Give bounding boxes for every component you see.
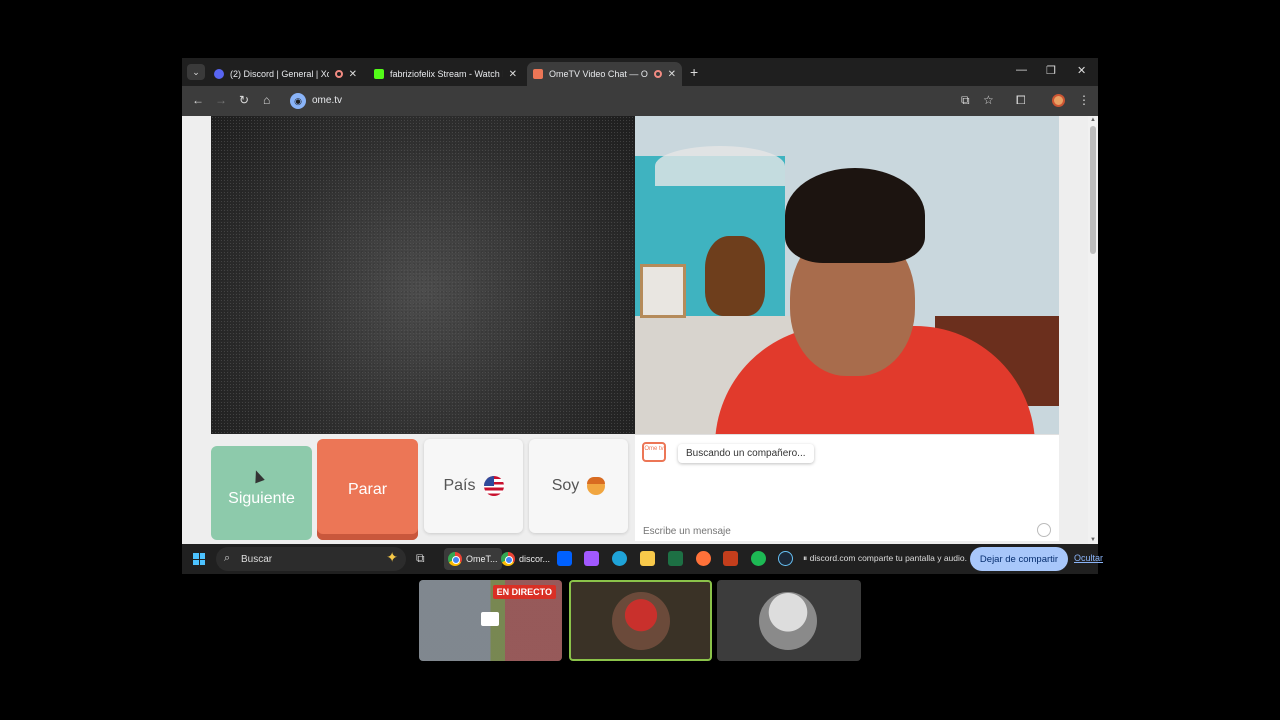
gender-button[interactable]: Soy	[529, 439, 628, 533]
tab-close-icon[interactable]: ✕	[349, 69, 357, 80]
firefox-icon[interactable]	[696, 551, 711, 566]
taskbar-app-label: discor...	[519, 554, 551, 564]
share-notice-text: discord.com comparte tu pantalla y audio…	[809, 553, 967, 563]
back-button[interactable]: ←	[192, 93, 204, 107]
tab-title: OmeTV Video Chat — Ome	[549, 69, 648, 79]
stop-sharing-button[interactable]: Dejar de compartir	[970, 547, 1068, 571]
screen: ⌄ (2) Discord | General | Xddd ✕ fabrizi…	[0, 0, 1280, 720]
excel-icon[interactable]	[668, 551, 683, 566]
chrome-icon	[501, 552, 515, 566]
address-bar[interactable]: ◉ ome.tv	[286, 90, 946, 112]
gender-label: Soy	[551, 477, 580, 494]
stop-button[interactable]: Parar	[317, 439, 418, 540]
stop-label: Parar	[347, 480, 388, 498]
new-tab-button[interactable]: +	[690, 64, 698, 80]
tab-discord[interactable]: (2) Discord | General | Xddd ✕	[208, 62, 363, 86]
tab-kick-stream[interactable]: fabriziofelix Stream - Watch Li... ✕	[368, 62, 523, 86]
browser-window: ⌄ (2) Discord | General | Xddd ✕ fabrizi…	[182, 58, 1103, 574]
taskbar-app-label: OmeT...	[466, 554, 498, 564]
close-window-button[interactable]: ✕	[1077, 64, 1086, 77]
restore-button[interactable]: ❐	[1046, 64, 1056, 77]
tab-ometv[interactable]: OmeTV Video Chat — Ome ✕	[527, 62, 682, 86]
forward-button[interactable]: →	[215, 93, 227, 107]
ometv-favicon-icon	[533, 69, 543, 79]
stranger-video-static	[211, 116, 635, 434]
meeting-tile-screen-share[interactable]: EN DIRECTO	[419, 580, 562, 661]
page-scrollbar[interactable]: ▲ ▼	[1088, 116, 1098, 544]
search-icon: ⌕	[224, 552, 231, 564]
video-person-hair	[785, 168, 925, 263]
meeting-tile-speaking[interactable]	[569, 580, 712, 661]
edge-icon[interactable]	[612, 551, 627, 566]
screen-share-icon	[481, 612, 499, 626]
tab-title: fabriziofelix Stream - Watch Li...	[390, 69, 503, 79]
folder-icon[interactable]	[640, 551, 655, 566]
chat-panel: Ome tv Buscando un compañero...	[635, 434, 1059, 541]
live-badge: EN DIRECTO	[492, 585, 556, 599]
message-input[interactable]	[635, 521, 1059, 541]
url-text: ome.tv	[312, 95, 343, 106]
powerpoint-icon[interactable]	[723, 551, 738, 566]
video-shelf	[655, 146, 785, 186]
hide-link[interactable]: Ocultar	[1074, 553, 1103, 563]
recording-icon	[334, 70, 343, 78]
search-label: Buscar	[241, 554, 273, 565]
spotify-icon[interactable]	[751, 551, 766, 566]
home-button[interactable]: ⌂	[263, 93, 270, 107]
tab-close-icon[interactable]: ✕	[668, 69, 676, 80]
chat-status-message: Buscando un compañero...	[678, 444, 814, 463]
kick-favicon-icon	[374, 69, 384, 79]
recording-icon	[653, 70, 662, 78]
screen-share-notice: ⏸ discord.com comparte tu pantalla y aud…	[803, 553, 967, 564]
scroll-down-arrow-icon[interactable]: ▼	[1090, 537, 1096, 543]
taskbar-app-ometv[interactable]: OmeT...	[444, 548, 502, 570]
copilot-sparkle-icon: ✦	[386, 549, 398, 565]
discord-favicon-icon	[214, 69, 224, 79]
extensions-icon[interactable]: ⧠	[1016, 93, 1026, 108]
task-view-icon[interactable]: ⧉	[416, 551, 431, 566]
us-flag-icon	[483, 476, 504, 496]
boy-emoji-icon	[587, 477, 606, 495]
next-label: Siguiente	[228, 490, 295, 507]
chrome-icon	[448, 552, 462, 566]
tab-title: (2) Discord | General | Xddd	[230, 69, 329, 79]
browser-toolbar: ← → ↻ ⌂ ◉ ome.tv ⧉ ☆ ⧠ ⋮	[182, 86, 1098, 116]
avatar	[759, 592, 817, 650]
next-button[interactable]: Siguiente	[211, 446, 312, 540]
profile-avatar[interactable]	[1052, 94, 1065, 107]
video-photo-frame	[640, 264, 686, 318]
avatar	[612, 592, 670, 650]
self-camera-video	[635, 116, 1059, 434]
country-button[interactable]: País	[424, 439, 523, 533]
ometv-logo-icon: Ome tv	[642, 442, 666, 462]
steam-icon[interactable]	[778, 551, 793, 566]
video-plush-toy	[705, 236, 765, 316]
emoji-picker-icon[interactable]	[1037, 523, 1051, 537]
taskbar-app-discord[interactable]: discor...	[497, 548, 554, 570]
scroll-thumb[interactable]	[1090, 126, 1096, 254]
cast-icon[interactable]: ⧉	[961, 93, 970, 108]
tab-strip: ⌄ (2) Discord | General | Xddd ✕ fabrizi…	[182, 58, 1098, 86]
tab-close-icon[interactable]: ✕	[509, 69, 517, 80]
scroll-up-arrow-icon[interactable]: ▲	[1090, 117, 1096, 123]
page-viewport: Siguiente Parar País Soy Ome tv Buscando…	[182, 116, 1098, 544]
minimize-button[interactable]: —	[1016, 64, 1027, 76]
bookmark-star-icon[interactable]: ☆	[983, 93, 994, 107]
meeting-tile-participant[interactable]	[717, 580, 861, 661]
tab-search-button[interactable]: ⌄	[187, 64, 205, 80]
windows-start-icon[interactable]	[193, 553, 205, 565]
taskbar-search[interactable]: ⌕ Buscar ✦	[216, 547, 406, 571]
site-info-icon[interactable]: ◉	[290, 93, 306, 109]
country-label: País	[443, 477, 476, 494]
figma-icon[interactable]	[584, 551, 599, 566]
pause-icon: ⏸	[803, 553, 808, 563]
windows-taskbar: ⌕ Buscar ✦ ⧉ OmeT... discor... ⏸ discord…	[182, 544, 1103, 574]
reload-button[interactable]: ↻	[239, 93, 249, 107]
dropbox-icon[interactable]	[557, 551, 572, 566]
browser-menu-icon[interactable]: ⋮	[1078, 93, 1090, 107]
